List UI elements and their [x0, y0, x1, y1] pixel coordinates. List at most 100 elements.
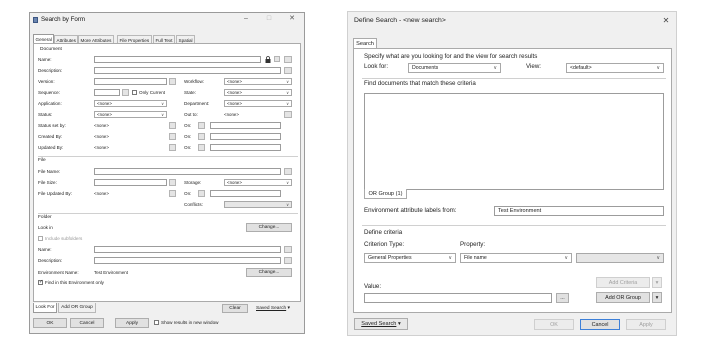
created-on-label: On: — [184, 134, 192, 139]
saved-search-button[interactable]: Saved Search ▾ — [256, 304, 302, 313]
env-change-button[interactable]: Change... — [246, 268, 292, 277]
state-dropdown[interactable]: <none> — [224, 89, 292, 96]
view-label: View: — [526, 63, 542, 70]
status-dropdown[interactable]: <none> — [94, 111, 167, 118]
folder-name-browse-button[interactable] — [284, 246, 292, 253]
updated-on-picker-button[interactable] — [198, 144, 205, 151]
env-attr-field[interactable]: Test Environment — [494, 206, 664, 216]
file-size-browse-button[interactable] — [169, 179, 176, 186]
folder-name-field[interactable] — [94, 246, 281, 253]
or-group-tab[interactable]: OR Group (1) — [364, 189, 407, 199]
close-button-2[interactable]: ✕ — [660, 16, 672, 26]
name-options-button[interactable] — [274, 56, 280, 62]
value-browse-button[interactable]: ... — [556, 293, 569, 303]
status-set-by-browse-button[interactable] — [169, 122, 176, 129]
description-field[interactable] — [94, 67, 281, 74]
version-browse-button[interactable] — [169, 78, 176, 85]
property-dropdown[interactable]: File name — [460, 253, 572, 263]
version-field[interactable] — [94, 78, 167, 85]
saved-search-arrow-icon-2: ▾ — [397, 321, 401, 327]
find-in-env-checkbox[interactable] — [38, 279, 43, 285]
minimize-button[interactable]: – — [240, 15, 252, 23]
close-button[interactable]: ✕ — [286, 15, 298, 23]
file-updated-by-value: <none> — [94, 191, 109, 196]
status-label: Status: — [38, 112, 53, 117]
saved-search-arrow-icon: ▾ — [287, 306, 290, 311]
created-on-picker-button[interactable] — [198, 133, 205, 140]
department-label: Department: — [184, 101, 210, 106]
department-dropdown[interactable]: <none> — [224, 100, 292, 107]
maximize-button[interactable]: □ — [263, 15, 275, 23]
created-by-label: Created By: — [38, 134, 63, 139]
look-for-label: Look for: — [364, 63, 389, 70]
find-docs-label: Find documents that match these criteria — [364, 80, 476, 87]
out-to-browse-button[interactable] — [284, 111, 292, 118]
add-or-group-button[interactable]: Add OR Group — [596, 292, 650, 303]
file-updated-by-browse-button[interactable] — [169, 190, 176, 197]
out-to-label: Out to: — [184, 112, 198, 117]
operator-dropdown[interactable] — [576, 253, 664, 263]
storage-dropdown[interactable]: <none> — [224, 179, 292, 186]
status-on-picker-button[interactable] — [198, 122, 205, 129]
ok-button-2[interactable]: OK — [534, 319, 574, 330]
file-size-label: File Size: — [38, 180, 57, 185]
version-label: Version: — [38, 79, 55, 84]
add-criteria-arrow-button[interactable]: ▾ — [652, 277, 662, 288]
look-for-dropdown[interactable]: Documents — [408, 63, 501, 73]
created-by-browse-button[interactable] — [169, 133, 176, 140]
application-label: Application: — [38, 101, 62, 106]
file-name-browse-button[interactable] — [284, 168, 292, 175]
look-for-tab[interactable]: Look For — [33, 303, 57, 313]
out-to-value: <none> — [224, 112, 239, 117]
add-or-group-tab[interactable]: Add OR Group — [58, 303, 96, 313]
name-field[interactable] — [94, 56, 261, 63]
value-field[interactable] — [364, 293, 552, 303]
status-on-field[interactable] — [210, 122, 281, 129]
updated-on-field[interactable] — [210, 144, 281, 151]
folder-description-field[interactable] — [94, 257, 281, 264]
clear-button[interactable]: Clear — [222, 304, 248, 313]
workflow-dropdown[interactable]: <none> — [224, 78, 292, 85]
file-updated-on-picker-button[interactable] — [198, 190, 205, 197]
description-browse-button[interactable] — [284, 67, 292, 74]
apply-button-2[interactable]: Apply — [626, 319, 666, 330]
view-dropdown[interactable]: <default> — [566, 63, 664, 73]
look-in-label: Look in — [38, 225, 53, 230]
file-updated-on-field[interactable] — [210, 190, 281, 197]
created-on-field[interactable] — [210, 133, 281, 140]
document-file-divider — [38, 156, 298, 157]
env-attr-label: Environment attribute labels from: — [364, 207, 457, 214]
file-size-field[interactable] — [94, 179, 167, 186]
criteria-list[interactable] — [364, 93, 664, 190]
add-criteria-button[interactable]: Add Criteria — [596, 277, 650, 288]
cancel-button[interactable]: Cancel — [70, 318, 104, 328]
application-dropdown[interactable]: <none> — [94, 100, 167, 107]
sequence-field[interactable] — [94, 89, 120, 96]
sequence-browse-button[interactable] — [122, 89, 129, 96]
folder-name-label: Name: — [38, 247, 52, 252]
specify-label: Specify what are you looking for and the… — [364, 53, 538, 60]
created-by-value: <none> — [94, 134, 109, 139]
sequence-label: Sequence: — [38, 90, 60, 95]
saved-search-button-2[interactable]: Saved Search ▾ — [354, 318, 408, 330]
file-name-field[interactable] — [94, 168, 281, 175]
criterion-type-dropdown[interactable]: General Properties — [364, 253, 456, 263]
conflicts-dropdown[interactable] — [224, 201, 292, 208]
only-current-label: Only Current — [139, 90, 166, 95]
name-browse-button[interactable] — [284, 56, 292, 63]
folder-description-browse-button[interactable] — [284, 257, 292, 264]
only-current-checkbox[interactable] — [132, 90, 137, 95]
show-results-checkbox[interactable] — [154, 320, 159, 325]
ok-button[interactable]: OK — [33, 318, 67, 328]
include-subfolders-checkbox[interactable] — [38, 236, 43, 241]
apply-button[interactable]: Apply — [115, 318, 149, 328]
status-set-by-label: Status set by: — [38, 123, 66, 128]
cancel-button-2[interactable]: Cancel — [580, 319, 620, 330]
updated-by-browse-button[interactable] — [169, 144, 176, 151]
show-results-label: Show results in new window — [161, 320, 219, 325]
lock-icon — [265, 56, 271, 63]
app-icon — [33, 17, 38, 23]
add-or-group-arrow-button[interactable]: ▾ — [652, 292, 662, 303]
folder-change-button[interactable]: Change... — [246, 223, 292, 232]
description-label: Description: — [38, 68, 63, 73]
